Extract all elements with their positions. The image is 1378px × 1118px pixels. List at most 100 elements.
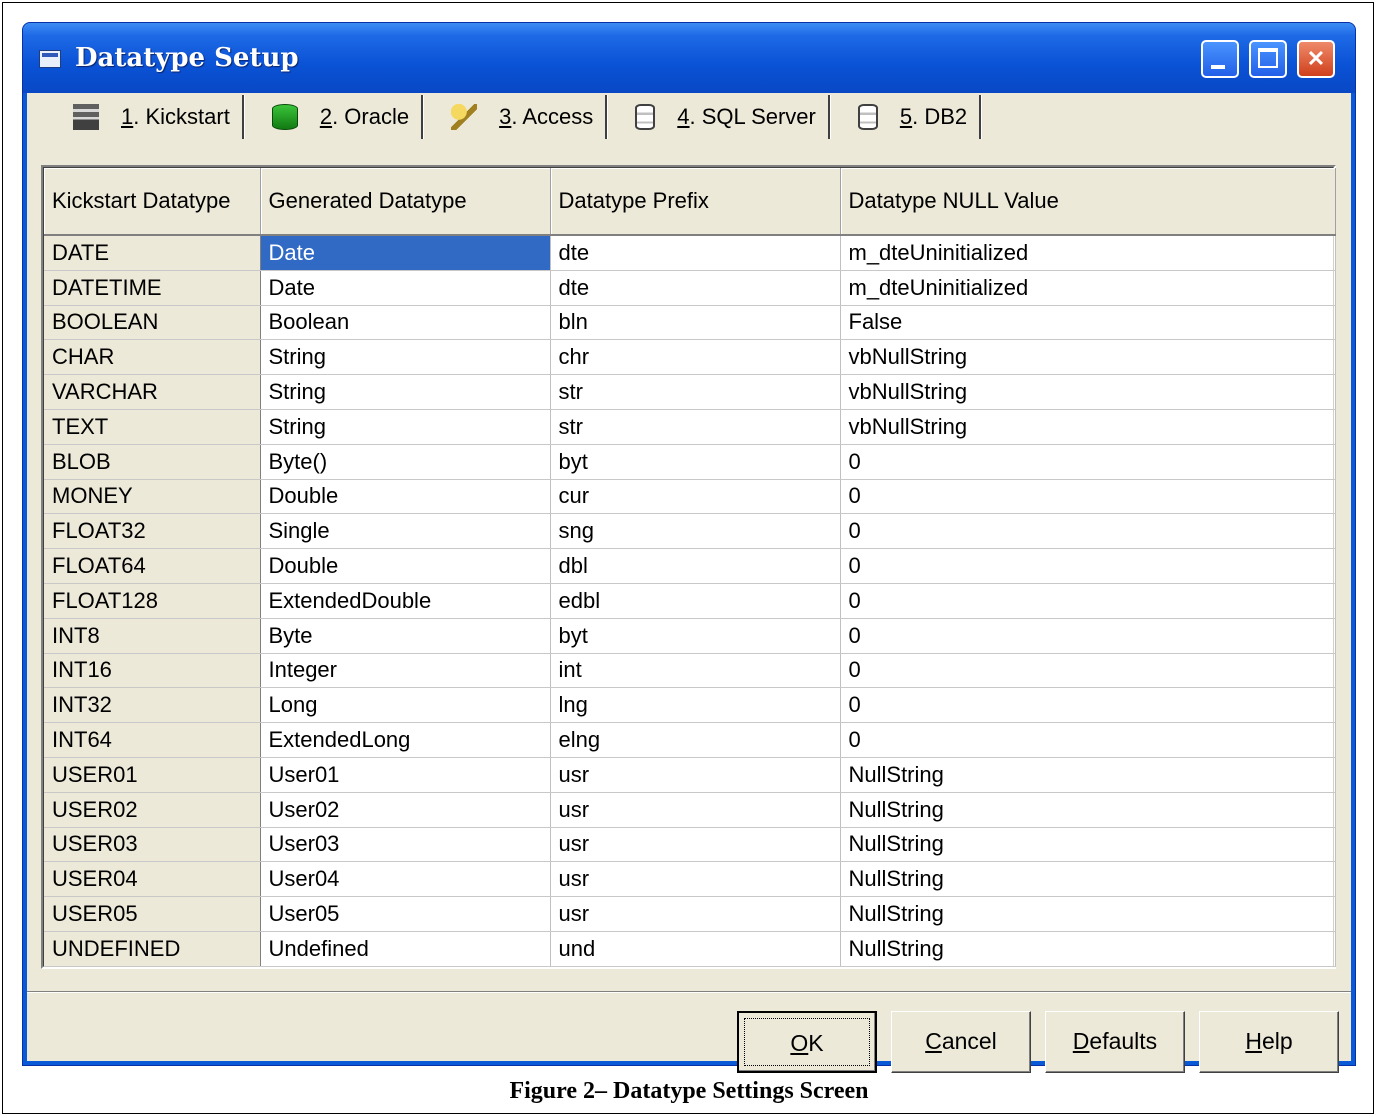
grid-cell[interactable]: ExtendedLong xyxy=(260,722,551,758)
grid-cell[interactable]: vbNullString xyxy=(840,409,1336,445)
table-row[interactable]: DATETIME Date dte m_dteUninitialized xyxy=(44,270,1336,306)
grid-cell[interactable]: ExtendedDouble xyxy=(260,583,551,619)
maximize-button[interactable] xyxy=(1249,40,1287,78)
grid-cell[interactable]: Byte() xyxy=(260,444,551,480)
grid-cell[interactable]: 0 xyxy=(840,653,1336,689)
grid-cell[interactable]: Undefined xyxy=(260,931,551,967)
grid-cell[interactable]: edbl xyxy=(550,583,841,619)
grid-cell[interactable]: int xyxy=(550,653,841,689)
grid-cell[interactable]: dbl xyxy=(550,548,841,584)
column-header[interactable]: Datatype NULL Value xyxy=(840,168,1336,236)
grid-cell[interactable]: 0 xyxy=(840,444,1336,480)
grid-cell[interactable]: 0 xyxy=(840,548,1336,584)
table-row[interactable]: CHAR String chr vbNullString xyxy=(44,339,1336,376)
grid-cell[interactable]: Date xyxy=(260,270,551,306)
table-row[interactable]: USER03 User03 usr NullString xyxy=(44,827,1336,863)
grid-cell[interactable]: String xyxy=(260,374,551,410)
column-header[interactable]: Kickstart Datatype xyxy=(44,168,261,236)
table-row[interactable]: INT64 ExtendedLong elng 0 xyxy=(44,722,1336,758)
grid-cell[interactable]: Long xyxy=(260,687,551,724)
grid-cell[interactable]: str xyxy=(550,409,841,445)
grid-cell[interactable]: lng xyxy=(550,687,841,724)
help-button[interactable]: Help xyxy=(1199,1011,1339,1073)
grid-cell[interactable]: usr xyxy=(550,792,841,828)
table-row[interactable]: VARCHAR String str vbNullString xyxy=(44,374,1336,410)
table-row[interactable]: FLOAT32 Single sng 0 xyxy=(44,513,1336,550)
table-row[interactable]: BLOB Byte() byt 0 xyxy=(44,444,1336,480)
grid-cell[interactable]: User04 xyxy=(260,861,551,898)
grid-cell[interactable]: m_dteUninitialized xyxy=(840,235,1336,271)
grid-cell[interactable]: dte xyxy=(550,270,841,306)
grid-cell[interactable]: usr xyxy=(550,896,841,932)
column-header[interactable]: Generated Datatype xyxy=(260,168,551,236)
table-row[interactable]: USER01 User01 usr NullString xyxy=(44,757,1336,793)
grid-cell[interactable]: chr xyxy=(550,339,841,376)
tab-db2[interactable]: 5. DB2 xyxy=(830,95,982,139)
window-app-icon[interactable] xyxy=(39,50,61,68)
grid-cell[interactable]: und xyxy=(550,931,841,967)
table-row[interactable]: FLOAT128 ExtendedDouble edbl 0 xyxy=(44,583,1336,619)
table-row[interactable]: INT8 Byte byt 0 xyxy=(44,618,1336,654)
grid-cell[interactable]: NullString xyxy=(840,757,1336,793)
table-row[interactable]: USER04 User04 usr NullString xyxy=(44,861,1336,898)
grid-cell[interactable]: byt xyxy=(550,618,841,654)
grid-cell[interactable]: Integer xyxy=(260,653,551,689)
defaults-button[interactable]: Defaults xyxy=(1045,1011,1185,1073)
grid-cell[interactable]: User01 xyxy=(260,757,551,793)
grid-cell[interactable]: Byte xyxy=(260,618,551,654)
grid-cell[interactable]: User05 xyxy=(260,896,551,932)
table-row[interactable]: INT16 Integer int 0 xyxy=(44,653,1336,689)
grid-cell[interactable]: usr xyxy=(550,757,841,793)
tab-kickstart[interactable]: 1. Kickstart xyxy=(45,95,244,139)
column-header[interactable]: Datatype Prefix xyxy=(550,168,841,236)
grid-cell[interactable]: Single xyxy=(260,513,551,550)
grid-cell[interactable]: NullString xyxy=(840,931,1336,967)
grid-cell[interactable]: usr xyxy=(550,861,841,898)
grid-cell[interactable]: Double xyxy=(260,548,551,584)
minimize-button[interactable] xyxy=(1201,40,1239,78)
grid-cell[interactable]: str xyxy=(550,374,841,410)
tab-sql-server[interactable]: 4. SQL Server xyxy=(607,95,830,139)
table-row[interactable]: MONEY Double cur 0 xyxy=(44,479,1336,515)
grid-cell[interactable]: NullString xyxy=(840,896,1336,932)
grid-cell[interactable]: 0 xyxy=(840,618,1336,654)
table-row[interactable]: INT32 Long lng 0 xyxy=(44,687,1336,724)
grid-cell[interactable]: 0 xyxy=(840,479,1336,515)
ok-button[interactable]: OK xyxy=(737,1011,877,1073)
grid-cell[interactable]: String xyxy=(260,409,551,445)
grid-cell[interactable]: NullString xyxy=(840,827,1336,863)
cancel-button[interactable]: Cancel xyxy=(891,1011,1031,1073)
grid-cell[interactable]: User02 xyxy=(260,792,551,828)
grid-cell[interactable]: vbNullString xyxy=(840,339,1336,376)
grid-cell[interactable]: False xyxy=(840,305,1336,341)
grid-cell[interactable]: 0 xyxy=(840,687,1336,724)
grid-cell[interactable]: Date xyxy=(260,235,551,271)
grid-cell[interactable]: 0 xyxy=(840,583,1336,619)
tab-oracle[interactable]: 2. Oracle xyxy=(244,95,424,139)
grid-cell[interactable]: sng xyxy=(550,513,841,550)
table-row[interactable]: USER02 User02 usr NullString xyxy=(44,792,1336,828)
grid-cell[interactable]: vbNullString xyxy=(840,374,1336,410)
table-row[interactable]: DATE Date dte m_dteUninitialized xyxy=(44,235,1336,271)
table-row[interactable]: USER05 User05 usr NullString xyxy=(44,896,1336,932)
grid-cell[interactable]: NullString xyxy=(840,861,1336,898)
grid-cell[interactable]: m_dteUninitialized xyxy=(840,270,1336,306)
table-row[interactable]: TEXT String str vbNullString xyxy=(44,409,1336,445)
grid-cell[interactable]: byt xyxy=(550,444,841,480)
grid-cell[interactable]: dte xyxy=(550,235,841,271)
grid-cell[interactable]: usr xyxy=(550,827,841,863)
grid-cell[interactable]: cur xyxy=(550,479,841,515)
title-bar[interactable]: Datatype Setup ✕ xyxy=(23,23,1355,93)
grid-cell[interactable]: Boolean xyxy=(260,305,551,341)
grid-cell[interactable]: String xyxy=(260,339,551,376)
grid-cell[interactable]: NullString xyxy=(840,792,1336,828)
grid-cell[interactable]: 0 xyxy=(840,513,1336,550)
grid-cell[interactable]: User03 xyxy=(260,827,551,863)
close-button[interactable]: ✕ xyxy=(1297,40,1335,78)
table-row[interactable]: UNDEFINED Undefined und NullString xyxy=(44,931,1336,967)
grid-cell[interactable]: bln xyxy=(550,305,841,341)
grid-cell[interactable]: Double xyxy=(260,479,551,515)
table-row[interactable]: BOOLEAN Boolean bln False xyxy=(44,305,1336,341)
tab-access[interactable]: 3. Access xyxy=(423,95,608,139)
grid-cell[interactable]: 0 xyxy=(840,722,1336,758)
